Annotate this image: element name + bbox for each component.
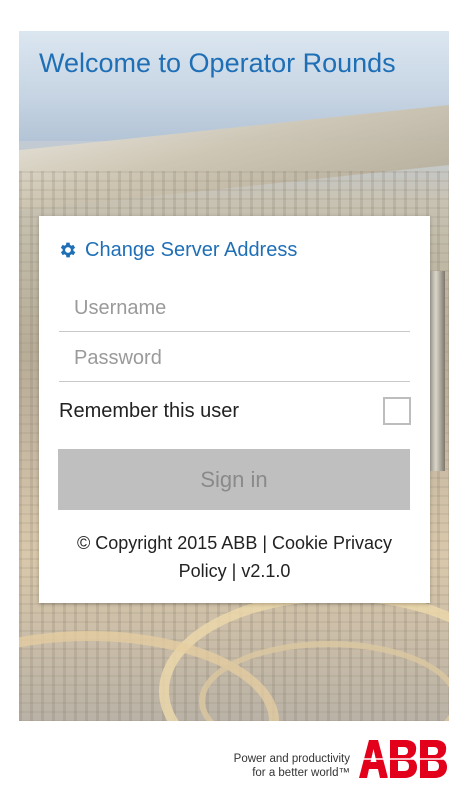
sign-in-button[interactable]: Sign in (58, 449, 410, 510)
remember-user-checkbox[interactable] (383, 397, 411, 425)
abb-logo-icon (358, 739, 450, 779)
copyright-text: © Copyright 2015 ABB | Cookie Privacy Po… (76, 533, 393, 581)
tagline-line-1: Power and productivity (233, 753, 350, 765)
change-server-label: Change Server Address (85, 238, 298, 261)
change-server-link[interactable]: Change Server Address (58, 236, 297, 264)
remember-user-label: Remember this user (59, 400, 240, 422)
login-card: Change Server Address Remember this user… (39, 216, 430, 603)
gear-icon (60, 242, 76, 258)
tagline-line-2: for a better world™ (252, 767, 350, 779)
brand-footer: Power and productivity for a better worl… (0, 721, 468, 800)
brand-tagline: Power and productivity for a better worl… (234, 752, 350, 780)
page-title: Welcome to Operator Rounds (39, 48, 396, 78)
password-input[interactable] (59, 336, 410, 382)
username-input[interactable] (59, 286, 410, 332)
